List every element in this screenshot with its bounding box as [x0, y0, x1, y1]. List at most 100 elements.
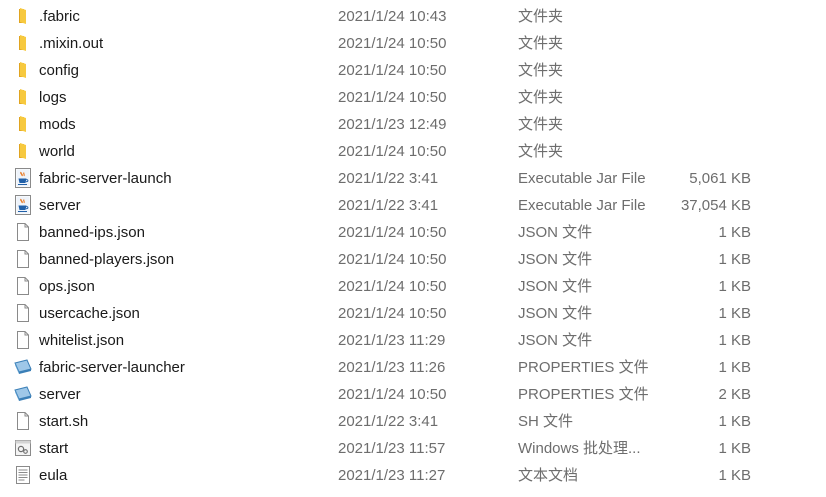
file-row[interactable]: .fabric 2021/1/24 10:43 文件夹: [0, 3, 826, 30]
blank-file-icon: [13, 276, 33, 296]
file-date-modified: 2021/1/24 10:50: [338, 386, 447, 403]
file-type: 文件夹: [518, 89, 564, 106]
batch-file-icon: [13, 438, 33, 458]
folder-icon: [13, 33, 33, 53]
file-row[interactable]: server 2021/1/24 10:50 PROPERTIES 文件 2 K…: [0, 381, 826, 408]
file-type: JSON 文件: [518, 332, 593, 349]
file-size: 1 KB: [718, 305, 751, 322]
file-size: 1 KB: [718, 332, 751, 349]
file-name: fabric-server-launcher: [39, 359, 185, 376]
blank-file-icon: [13, 249, 33, 269]
blank-file-icon: [13, 222, 33, 242]
folder-icon: [13, 114, 33, 134]
file-date-modified: 2021/1/24 10:50: [338, 62, 447, 79]
file-row[interactable]: fabric-server-launch 2021/1/22 3:41 Exec…: [0, 165, 826, 192]
properties-file-icon: [13, 384, 33, 404]
file-row[interactable]: .mixin.out 2021/1/24 10:50 文件夹: [0, 30, 826, 57]
file-size: 1 KB: [718, 413, 751, 430]
file-row[interactable]: logs 2021/1/24 10:50 文件夹: [0, 84, 826, 111]
file-date-modified: 2021/1/24 10:50: [338, 89, 447, 106]
file-date-modified: 2021/1/23 12:49: [338, 116, 447, 133]
file-name: eula: [39, 467, 68, 484]
folder-icon: [13, 6, 33, 26]
file-type: 文本文档: [518, 467, 579, 484]
java-jar-icon: [13, 168, 33, 188]
file-list: .fabric 2021/1/24 10:43 文件夹 .mixin.out 2…: [0, 0, 826, 497]
file-type: 文件夹: [518, 62, 564, 79]
file-size: 1 KB: [718, 440, 751, 457]
file-name: server: [39, 197, 81, 214]
file-row[interactable]: banned-ips.json 2021/1/24 10:50 JSON 文件 …: [0, 219, 826, 246]
file-type: JSON 文件: [518, 305, 593, 322]
file-type: JSON 文件: [518, 278, 593, 295]
file-name: usercache.json: [39, 305, 140, 322]
blank-file-icon: [13, 303, 33, 323]
file-type: PROPERTIES 文件: [518, 386, 649, 403]
file-type: 文件夹: [518, 143, 564, 160]
file-row[interactable]: usercache.json 2021/1/24 10:50 JSON 文件 1…: [0, 300, 826, 327]
file-date-modified: 2021/1/22 3:41: [338, 197, 439, 214]
file-type: PROPERTIES 文件: [518, 359, 649, 376]
file-type: JSON 文件: [518, 224, 593, 241]
file-size: 2 KB: [718, 386, 751, 403]
file-size: 1 KB: [718, 359, 751, 376]
file-date-modified: 2021/1/22 3:41: [338, 170, 439, 187]
folder-icon: [13, 141, 33, 161]
properties-file-icon: [13, 357, 33, 377]
file-date-modified: 2021/1/24 10:50: [338, 305, 447, 322]
file-row[interactable]: world 2021/1/24 10:50 文件夹: [0, 138, 826, 165]
file-row[interactable]: server 2021/1/22 3:41 Executable Jar Fil…: [0, 192, 826, 219]
file-row[interactable]: banned-players.json 2021/1/24 10:50 JSON…: [0, 246, 826, 273]
file-date-modified: 2021/1/23 11:27: [338, 467, 446, 484]
file-date-modified: 2021/1/24 10:50: [338, 224, 447, 241]
file-row[interactable]: mods 2021/1/23 12:49 文件夹: [0, 111, 826, 138]
file-row[interactable]: start 2021/1/23 11:57 Windows 批处理... 1 K…: [0, 435, 826, 462]
blank-file-icon: [13, 330, 33, 350]
file-name: world: [39, 143, 75, 160]
file-name: .mixin.out: [39, 35, 104, 52]
file-type: 文件夹: [518, 8, 564, 25]
file-size: 1 KB: [718, 278, 751, 295]
blank-file-icon: [13, 411, 33, 431]
file-row[interactable]: eula 2021/1/23 11:27 文本文档 1 KB: [0, 462, 826, 489]
file-name: fabric-server-launch: [39, 170, 172, 187]
file-name: logs: [39, 89, 67, 106]
file-date-modified: 2021/1/24 10:50: [338, 35, 447, 52]
file-date-modified: 2021/1/23 11:57: [338, 440, 446, 457]
file-size: 1 KB: [718, 467, 751, 484]
file-name: banned-ips.json: [39, 224, 145, 241]
file-row[interactable]: config 2021/1/24 10:50 文件夹: [0, 57, 826, 84]
file-date-modified: 2021/1/23 11:26: [338, 359, 446, 376]
file-name: start: [39, 440, 69, 457]
file-name: mods: [39, 116, 76, 133]
file-name: ops.json: [39, 278, 95, 295]
folder-icon: [13, 60, 33, 80]
file-type: JSON 文件: [518, 251, 593, 268]
file-date-modified: 2021/1/24 10:43: [338, 8, 447, 25]
text-document-icon: [13, 465, 33, 485]
file-name: whitelist.json: [39, 332, 125, 349]
file-date-modified: 2021/1/22 3:41: [338, 413, 439, 430]
file-name: .fabric: [39, 8, 80, 25]
file-type: 文件夹: [518, 35, 564, 52]
file-name: banned-players.json: [39, 251, 175, 268]
file-type: Executable Jar File: [518, 170, 646, 187]
file-name: server: [39, 386, 81, 403]
file-row[interactable]: whitelist.json 2021/1/23 11:29 JSON 文件 1…: [0, 327, 826, 354]
file-type: SH 文件: [518, 413, 574, 430]
file-date-modified: 2021/1/24 10:50: [338, 278, 447, 295]
file-row[interactable]: start.sh 2021/1/22 3:41 SH 文件 1 KB: [0, 408, 826, 435]
file-date-modified: 2021/1/24 10:50: [338, 143, 447, 160]
file-size: 1 KB: [718, 251, 751, 268]
file-name: config: [39, 62, 80, 79]
file-row[interactable]: ops.json 2021/1/24 10:50 JSON 文件 1 KB: [0, 273, 826, 300]
file-row[interactable]: fabric-server-launcher 2021/1/23 11:26 P…: [0, 354, 826, 381]
file-size: 5,061 KB: [689, 170, 751, 187]
file-name: start.sh: [39, 413, 89, 430]
java-jar-icon: [13, 195, 33, 215]
file-size: 1 KB: [718, 224, 751, 241]
file-type: 文件夹: [518, 116, 564, 133]
folder-icon: [13, 87, 33, 107]
file-type: Windows 批处理...: [518, 440, 641, 457]
file-size: 37,054 KB: [680, 197, 751, 214]
